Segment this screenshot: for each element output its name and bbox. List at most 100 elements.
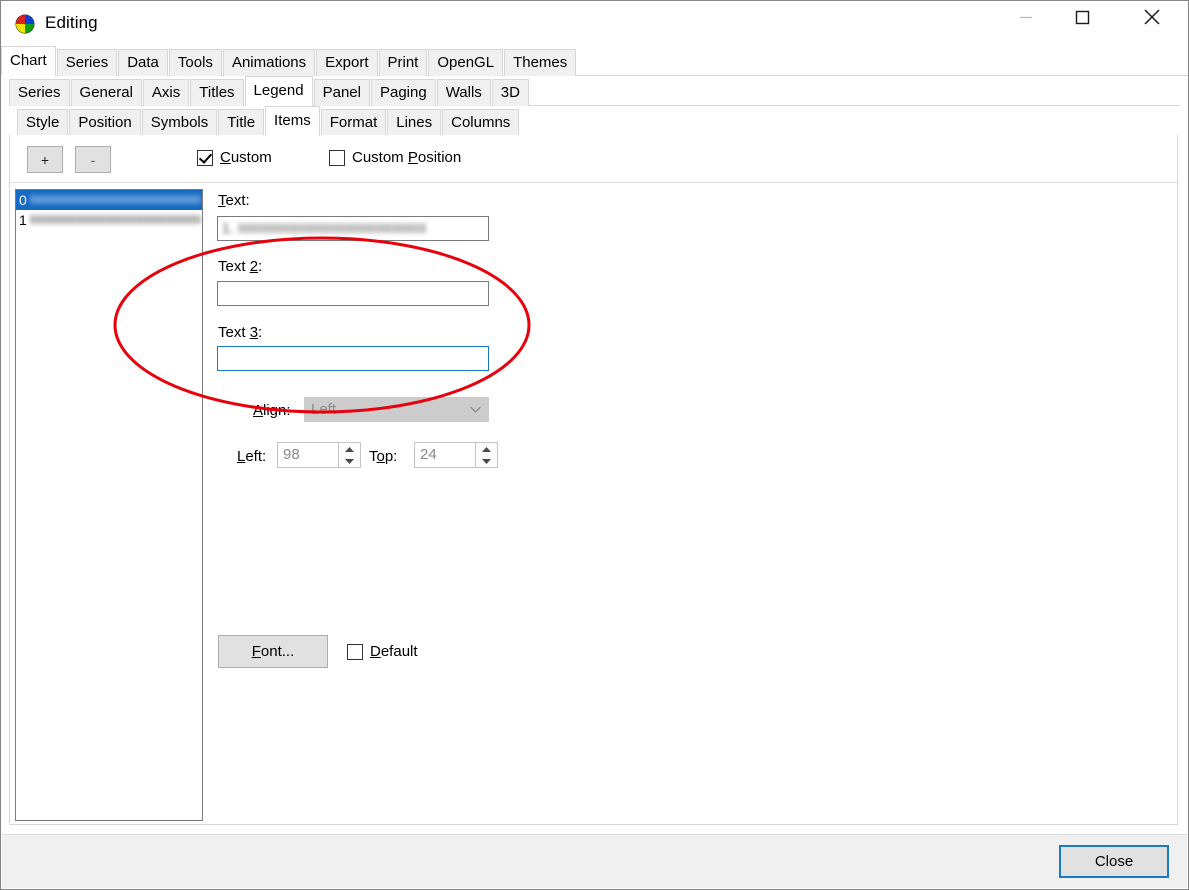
list-item-index: 1: [19, 212, 27, 228]
tab-series[interactable]: Series: [9, 79, 70, 106]
left-value[interactable]: 98: [277, 442, 339, 468]
text2-input[interactable]: [217, 281, 489, 306]
tab-data[interactable]: Data: [118, 49, 168, 76]
tab-axis[interactable]: Axis: [142, 79, 190, 106]
align-dropdown[interactable]: Left: [304, 397, 489, 422]
tab-chart[interactable]: Chart: [1, 46, 56, 76]
top-value[interactable]: 24: [414, 442, 476, 468]
list-item[interactable]: 0 IIIIIIIIIIIIIIIIIIIIIIIIIIIIIIIIIIIIIII…: [16, 190, 202, 210]
custom-position-checkbox[interactable]: Custom Position: [329, 149, 461, 166]
tab-label: Chart: [10, 52, 47, 69]
left-spinner-buttons[interactable]: [339, 442, 361, 468]
tab-style[interactable]: Style: [17, 109, 69, 136]
tab-symbols[interactable]: Symbols: [141, 109, 218, 136]
chart-pie-icon: [15, 14, 35, 34]
text-label: Text:: [218, 192, 250, 209]
tab-label: Legend: [253, 82, 304, 99]
tab-label: Walls: [445, 84, 482, 101]
top-spinner-up-icon[interactable]: [476, 443, 497, 455]
left-spinner-down-icon[interactable]: [339, 455, 360, 467]
chevron-down-icon: [463, 398, 488, 421]
tab-label: Lines: [396, 114, 433, 131]
tab-label: Columns: [451, 114, 511, 131]
tab-items[interactable]: Items: [265, 106, 320, 136]
text-input[interactable]: 1. IIIIIIIIIIIIIIIIIIIIIIIIIIIIIIIIIIIII…: [217, 216, 489, 241]
custom-position-checkbox-box: [329, 149, 345, 166]
close-window-button[interactable]: [1129, 1, 1175, 33]
font-button[interactable]: Font...: [218, 635, 328, 668]
top-spinner[interactable]: 24: [414, 442, 498, 468]
items-toolbar: + - Custom Custom Position: [10, 135, 1177, 183]
default-checkbox-label: Default: [370, 643, 418, 660]
tab-export[interactable]: Export: [316, 49, 378, 76]
tab-walls[interactable]: Walls: [436, 79, 491, 106]
left-spinner[interactable]: 98: [277, 442, 361, 468]
window-title: Editing: [45, 13, 98, 32]
tab-label: Series: [65, 54, 109, 71]
tab-label: Title: [227, 114, 256, 131]
tab-themes[interactable]: Themes: [504, 49, 577, 76]
tab-print[interactable]: Print: [378, 49, 428, 76]
list-item[interactable]: 1 IIIIIIIIIIIIIIIIIIIIIIIIIIIIIIIIIIIIIII…: [16, 210, 202, 230]
align-value: Left: [311, 401, 337, 418]
custom-checkbox[interactable]: Custom: [197, 149, 272, 166]
tab-label: Animations: [231, 54, 307, 71]
tab-paging[interactable]: Paging: [370, 79, 436, 106]
tab-position[interactable]: Position: [69, 109, 141, 136]
left-spinner-up-icon[interactable]: [339, 443, 360, 455]
default-checkbox-box: [347, 643, 363, 660]
text3-label: Text 3:: [218, 324, 263, 341]
legend-items-listbox[interactable]: 0 IIIIIIIIIIIIIIIIIIIIIIIIIIIIIIIIIIIIIII…: [15, 189, 203, 821]
tab-title[interactable]: Title: [218, 109, 265, 136]
tab-legend[interactable]: Legend: [244, 76, 313, 106]
maximize-button[interactable]: [1059, 1, 1105, 33]
top-spinner-buttons[interactable]: [476, 442, 498, 468]
tab-label: Items: [274, 112, 311, 129]
top-label: Top:: [369, 448, 398, 465]
tab-3d[interactable]: 3D: [491, 79, 529, 106]
tab-opengl[interactable]: OpenGL: [428, 49, 504, 76]
tab-label: Style: [26, 114, 60, 131]
list-item-redacted-text: IIIIIIIIIIIIIIIIIIIIIIIIIIIIIIIIIIIIIIII…: [30, 192, 200, 207]
tab-bar-level-3: Style Position Symbols Title Items Format Line…: [1, 106, 1188, 136]
tab-panel[interactable]: Panel: [313, 79, 370, 106]
tab-label: Print: [387, 54, 419, 71]
close-button[interactable]: Close: [1059, 845, 1169, 878]
tab-label: Series: [18, 84, 61, 101]
close-button-label: Close: [1094, 853, 1134, 870]
align-label: Align:: [253, 402, 291, 419]
tab-general[interactable]: General: [70, 79, 142, 106]
add-item-button[interactable]: +: [27, 146, 63, 173]
tab-label: Titles: [199, 84, 235, 101]
left-label: Left:: [237, 448, 267, 465]
top-spinner-down-icon[interactable]: [476, 455, 497, 467]
tab-tools[interactable]: Tools: [168, 49, 222, 76]
default-checkbox[interactable]: Default: [347, 643, 418, 660]
text-input-value: 1. IIIIIIIIIIIIIIIIIIIIIIIIIIIIIIIIIIIII…: [222, 220, 427, 236]
tab-label: OpenGL: [437, 54, 495, 71]
tab-format[interactable]: Format: [320, 109, 387, 136]
custom-checkbox-box: [197, 149, 213, 166]
tab-lines[interactable]: Lines: [387, 109, 442, 136]
remove-item-button[interactable]: -: [75, 146, 111, 173]
tab-bar-level-1: Chart Series Data Tools Animations Export Prin…: [1, 46, 1188, 76]
tab-label: Symbols: [150, 114, 209, 131]
tab-label: Export: [325, 54, 369, 71]
tab-label: Position: [78, 114, 132, 131]
minimize-button[interactable]: [1003, 1, 1049, 33]
tab-label: Tools: [177, 54, 213, 71]
tab-label: 3D: [500, 84, 520, 101]
editing-dialog-window: Editing Chart Series Data Tools Animations Ex…: [0, 0, 1189, 890]
tab-titles[interactable]: Titles: [190, 79, 244, 106]
tab-label: Format: [329, 114, 378, 131]
tab-series[interactable]: Series: [56, 49, 118, 76]
tab-label: Axis: [151, 84, 181, 101]
tab-columns[interactable]: Columns: [442, 109, 520, 136]
text3-input[interactable]: [217, 346, 489, 371]
text2-label: Text 2:: [218, 258, 263, 275]
tab-label: General: [79, 84, 133, 101]
title-bar: Editing: [1, 1, 1188, 46]
tab-label: Themes: [513, 54, 568, 71]
list-item-index: 0: [19, 192, 27, 208]
tab-animations[interactable]: Animations: [222, 49, 316, 76]
